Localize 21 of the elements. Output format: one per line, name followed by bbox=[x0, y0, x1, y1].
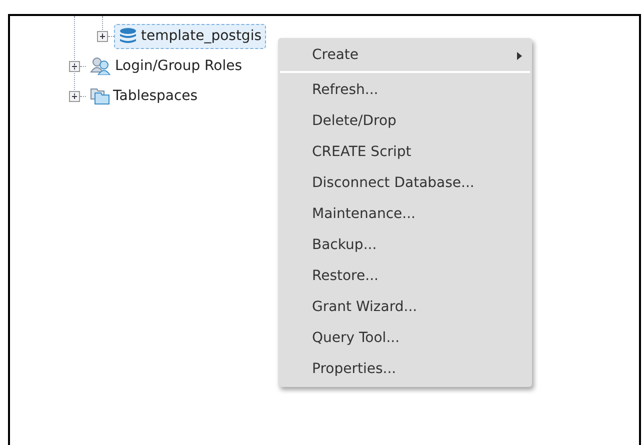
expand-icon[interactable] bbox=[97, 30, 108, 42]
menu-item[interactable]: Query Tool... bbox=[278, 323, 532, 354]
menu-item[interactable]: Disconnect Database... bbox=[278, 168, 532, 199]
menu-item[interactable]: Maintenance... bbox=[278, 199, 532, 230]
database-icon bbox=[118, 27, 138, 45]
menu-item[interactable]: Restore... bbox=[278, 261, 532, 292]
menu-item[interactable]: Delete/Drop bbox=[278, 106, 532, 137]
tree-item[interactable]: Login/Group Roles bbox=[86, 54, 246, 78]
menu-item[interactable]: Grant Wizard... bbox=[278, 292, 532, 323]
menu-item[interactable]: Create bbox=[278, 40, 532, 71]
submenu-arrow-icon bbox=[517, 52, 522, 60]
tree-item[interactable]: Tablespaces bbox=[86, 84, 202, 108]
menu-item[interactable]: Refresh... bbox=[278, 75, 532, 106]
folders-icon bbox=[90, 87, 110, 105]
users-icon bbox=[90, 57, 112, 75]
menu-item[interactable]: Backup... bbox=[278, 230, 532, 261]
expand-icon[interactable] bbox=[69, 90, 80, 102]
expand-icon[interactable] bbox=[69, 60, 80, 72]
tree-item[interactable]: template_postgis bbox=[114, 24, 266, 48]
menu-item[interactable]: Properties... bbox=[278, 354, 532, 385]
menu-item[interactable]: CREATE Script bbox=[278, 137, 532, 168]
